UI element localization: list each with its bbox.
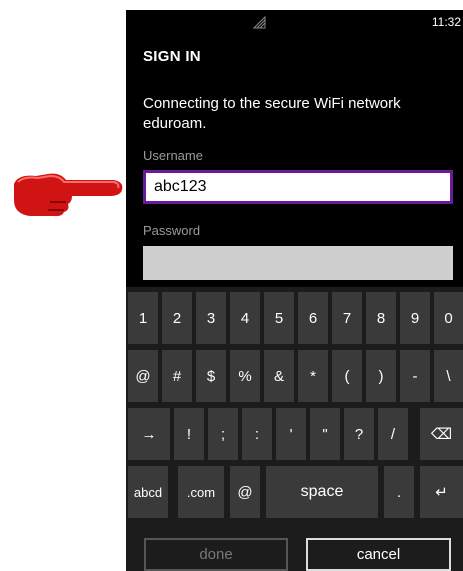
key-7[interactable]: 7 — [332, 292, 362, 344]
key-slash[interactable]: / — [378, 408, 408, 460]
key-semicolon[interactable]: ; — [208, 408, 238, 460]
username-field[interactable] — [143, 170, 453, 204]
key-backslash[interactable]: \ — [434, 350, 463, 402]
key-hyphen[interactable]: - — [400, 350, 430, 402]
key-asterisk[interactable]: * — [298, 350, 328, 402]
key-hash[interactable]: # — [162, 350, 192, 402]
key-9[interactable]: 9 — [400, 292, 430, 344]
key-quote[interactable]: " — [310, 408, 340, 460]
key-exclamation[interactable]: ! — [174, 408, 204, 460]
key-tab[interactable]: → — [128, 408, 170, 460]
key-close-paren[interactable]: ) — [366, 350, 396, 402]
status-time: 11:32 — [431, 15, 461, 29]
key-abcd[interactable]: abcd — [128, 466, 168, 518]
key-4[interactable]: 4 — [230, 292, 260, 344]
password-label: Password — [143, 223, 201, 238]
key-enter[interactable]: ↵ — [420, 466, 463, 518]
key-apostrophe[interactable]: ' — [276, 408, 306, 460]
key-dotcom[interactable]: .com — [178, 466, 224, 518]
key-open-paren[interactable]: ( — [332, 350, 362, 402]
enter-icon: ↵ — [435, 484, 448, 501]
key-percent[interactable]: % — [230, 350, 260, 402]
key-6[interactable]: 6 — [298, 292, 328, 344]
done-button[interactable]: done — [144, 538, 288, 571]
cancel-button[interactable]: cancel — [306, 538, 451, 571]
key-at-bottom[interactable]: @ — [230, 466, 260, 518]
arrow-right-icon: → — [141, 425, 157, 443]
key-1[interactable]: 1 — [128, 292, 158, 344]
connection-message: Connecting to the secure WiFi network ed… — [143, 95, 401, 132]
key-backspace[interactable]: ⌫ — [420, 408, 463, 460]
phone-screen: 11:32 SIGN IN Connecting to the secure W… — [126, 10, 463, 571]
status-bar: 11:32 — [126, 10, 463, 34]
password-field[interactable] — [143, 246, 453, 280]
key-at[interactable]: @ — [128, 350, 158, 402]
key-ampersand[interactable]: & — [264, 350, 294, 402]
key-5[interactable]: 5 — [264, 292, 294, 344]
key-2[interactable]: 2 — [162, 292, 192, 344]
key-period[interactable]: . — [384, 466, 414, 518]
key-8[interactable]: 8 — [366, 292, 396, 344]
backspace-icon: ⌫ — [430, 426, 453, 443]
username-label: Username — [143, 148, 203, 163]
key-question[interactable]: ? — [344, 408, 374, 460]
key-3[interactable]: 3 — [196, 292, 226, 344]
key-dollar[interactable]: $ — [196, 350, 226, 402]
on-screen-keyboard: 1 2 3 4 5 6 7 8 9 0 @ # $ % & * ( ) - \ … — [126, 287, 463, 571]
key-space[interactable]: space — [266, 466, 378, 518]
wifi-signal-icon — [252, 15, 266, 29]
key-colon[interactable]: : — [242, 408, 272, 460]
page-title: SIGN IN — [143, 48, 201, 65]
key-0[interactable]: 0 — [434, 292, 463, 344]
pointing-hand-icon — [14, 173, 123, 217]
